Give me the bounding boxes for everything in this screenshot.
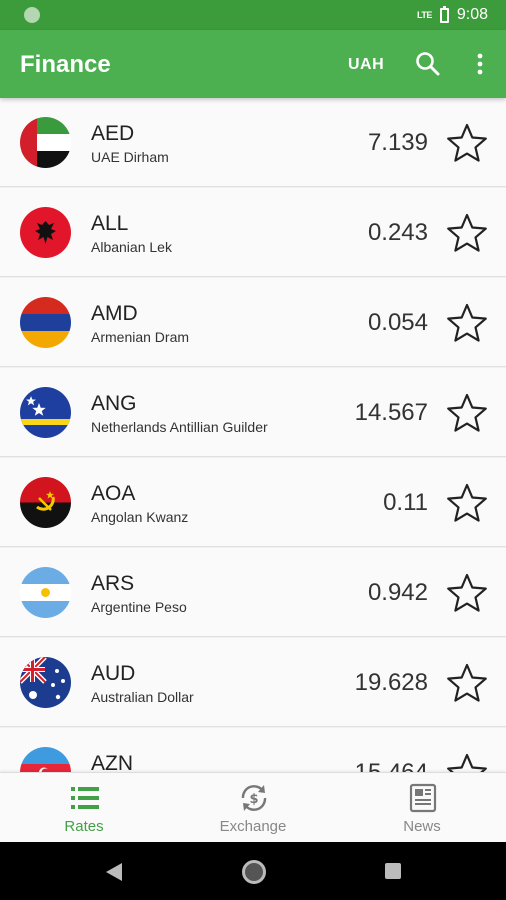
nav-item-rates[interactable]: Rates	[0, 773, 168, 843]
favorite-star-icon[interactable]	[446, 302, 488, 344]
currency-code: AOA	[91, 482, 136, 505]
base-currency-button[interactable]: UAH	[348, 56, 384, 74]
currency-rate: 15.464	[355, 759, 428, 772]
network-type: LTE	[417, 10, 432, 20]
currency-rate: 0.054	[367, 309, 428, 336]
currency-rate: 0.942	[367, 579, 428, 606]
currency-rate: 0.243	[367, 219, 428, 246]
favorite-star-icon[interactable]	[446, 392, 488, 434]
albania-flag-icon	[20, 207, 71, 258]
app-bar: Finance UAH	[0, 30, 506, 98]
currency-rate: 19.628	[354, 669, 428, 696]
rate-row[interactable]: AZN 15.464	[0, 728, 506, 772]
currency-code: AMD	[91, 302, 138, 325]
armenia-flag-icon	[20, 297, 71, 348]
nav-item-exchange[interactable]: $ Exchange	[169, 773, 337, 843]
svg-text:$: $	[249, 792, 258, 807]
favorite-star-icon[interactable]	[446, 122, 488, 164]
favorite-star-icon[interactable]	[446, 212, 488, 254]
currency-code: AUD	[91, 662, 136, 685]
favorite-star-icon[interactable]	[446, 752, 488, 772]
rate-row[interactable]: AUD Australian Dollar 19.628	[0, 638, 506, 727]
rate-row[interactable]: ARS Argentine Peso 0.942	[0, 548, 506, 637]
app-title: Finance	[20, 51, 111, 78]
rate-row[interactable]: AED UAE Dirham 7.139	[0, 98, 506, 187]
currency-name: Australian Dollar	[91, 689, 194, 705]
rate-row[interactable]: AOA Angolan Kwanz 0.11	[0, 458, 506, 547]
azerbaijan-flag-icon	[20, 747, 71, 772]
currency-name: Armenian Dram	[91, 329, 190, 345]
currency-code: ARS	[91, 572, 135, 595]
uae-flag-icon	[20, 117, 71, 168]
nav-item-news[interactable]: News	[338, 773, 506, 843]
rate-row[interactable]: ALL Albanian Lek 0.243	[0, 188, 506, 277]
australia-flag-icon	[20, 657, 71, 708]
battery-icon	[439, 5, 449, 23]
currency-code: AZN	[91, 752, 133, 772]
angola-flag-icon	[20, 477, 71, 528]
currency-rate: 7.139	[367, 129, 428, 156]
currency-name: Netherlands Antillian Guilder	[91, 419, 268, 435]
search-icon[interactable]	[414, 50, 442, 78]
rate-row[interactable]: AMD Armenian Dram 0.054	[0, 278, 506, 367]
rate-row[interactable]: ANG Netherlands Antillian Guilder 14.567	[0, 368, 506, 457]
favorite-star-icon[interactable]	[446, 572, 488, 614]
currency-name: UAE Dirham	[91, 149, 169, 165]
curacao-flag-icon	[20, 387, 71, 438]
currency-rate: 0.11	[383, 489, 428, 516]
currency-name: Albanian Lek	[91, 239, 172, 255]
system-navigation-bar	[0, 842, 506, 900]
currency-code: ANG	[91, 392, 137, 415]
status-bar: LTE 9:08	[0, 0, 506, 30]
status-time: 9:08	[456, 6, 488, 23]
currency-name: Argentine Peso	[91, 599, 187, 615]
notification-dot-icon	[24, 7, 40, 23]
favorite-star-icon[interactable]	[446, 482, 488, 524]
nav-label-rates: Rates	[64, 818, 104, 835]
favorite-star-icon[interactable]	[446, 662, 488, 704]
nav-label-news: News	[403, 818, 441, 835]
currency-name: Angolan Kwanz	[91, 509, 189, 525]
more-options-icon[interactable]	[468, 50, 492, 78]
list-icon	[71, 787, 99, 809]
status-icons: LTE 9:08	[417, 5, 488, 24]
nav-label-exchange: Exchange	[219, 818, 287, 835]
currency-rate: 14.567	[354, 399, 428, 426]
currency-code: AED	[91, 122, 135, 145]
bottom-navigation: Rates $ Exchange News	[0, 772, 506, 842]
rates-list[interactable]: AED UAE Dirham 7.139 ALL Albanian Lek 0.…	[0, 98, 506, 772]
currency-code: ALL	[91, 212, 129, 235]
recent-apps-icon[interactable]	[385, 863, 401, 879]
back-icon[interactable]	[104, 861, 124, 883]
news-icon	[409, 783, 437, 813]
home-icon[interactable]	[242, 860, 266, 884]
argentina-flag-icon	[20, 567, 71, 618]
exchange-icon: $	[241, 785, 267, 811]
